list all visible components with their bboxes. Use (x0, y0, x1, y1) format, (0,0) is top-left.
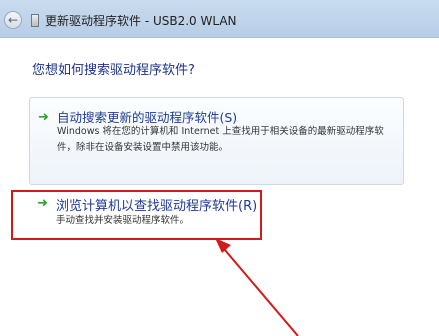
back-button[interactable]: ← (4, 11, 22, 29)
title-bar: ← 更新驱动程序软件 - USB2.0 WLAN (0, 0, 439, 38)
auto-search-option[interactable]: ➜ 自动搜索更新的驱动程序软件(S) Windows 将在您的计算机和 Inte… (29, 97, 404, 185)
device-icon (31, 14, 39, 27)
wizard-content: 您想如何搜索驱动程序软件? ➜ 自动搜索更新的驱动程序软件(S) Windows… (0, 39, 439, 336)
highlight-box (11, 190, 262, 240)
page-question: 您想如何搜索驱动程序软件? (32, 63, 195, 78)
auto-search-description: Windows 将在您的计算机和 Internet 上查找用于相关设备的最新驱动… (57, 126, 384, 153)
window-title: 更新驱动程序软件 - USB2.0 WLAN (45, 14, 237, 28)
green-arrow-icon: ➜ (38, 110, 49, 125)
